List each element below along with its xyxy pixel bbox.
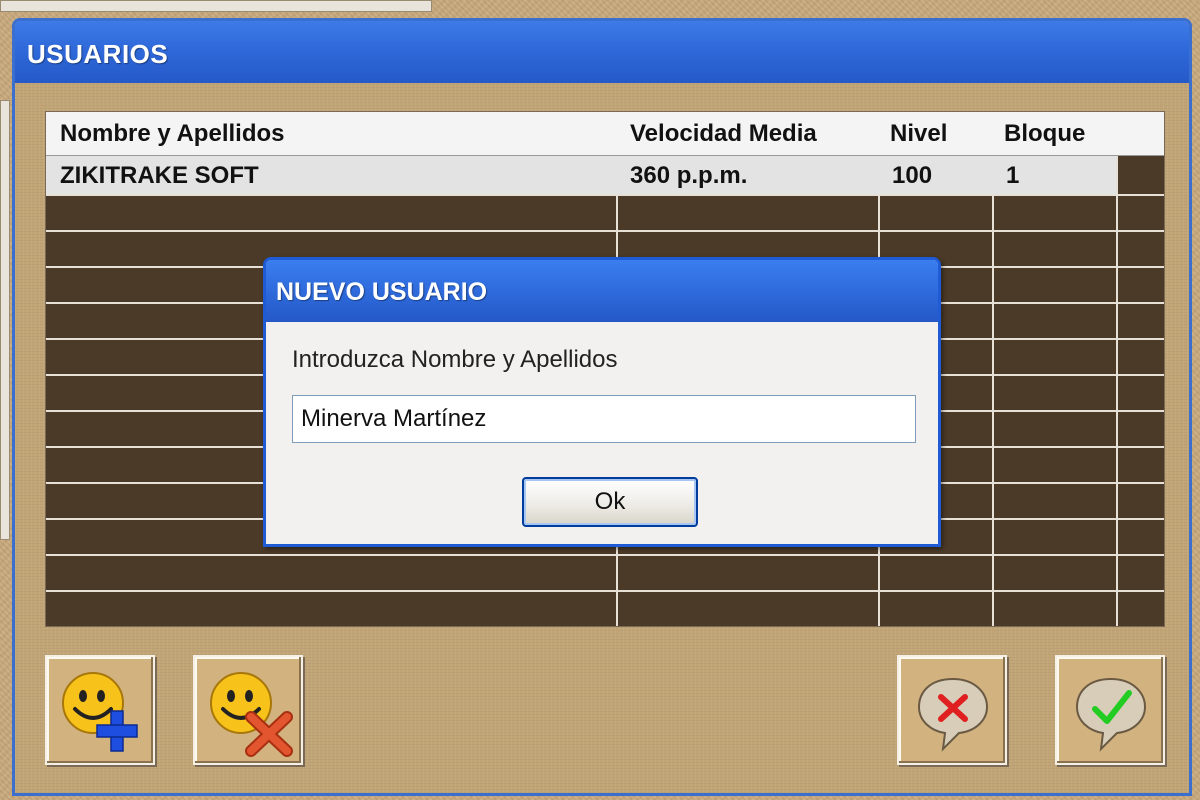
background-window-top — [0, 0, 432, 12]
smiley-plus-icon — [62, 672, 138, 752]
window-titlebar[interactable]: USUARIOS — [15, 21, 1189, 83]
delete-user-button[interactable] — [193, 655, 303, 765]
speech-bubble-check-icon — [1075, 677, 1147, 752]
grid-row-line — [46, 554, 1164, 556]
cell-speed: 360 p.p.m. — [630, 162, 748, 189]
name-input[interactable] — [292, 395, 916, 443]
name-prompt-label: Introduzca Nombre y Apellidos — [292, 346, 618, 373]
cell-block: 1 — [1006, 162, 1020, 189]
cell-name: ZIKITRAKE SOFT — [60, 162, 259, 189]
window-title: USUARIOS — [27, 39, 169, 69]
accept-button[interactable] — [1055, 655, 1165, 765]
add-user-button[interactable] — [45, 655, 155, 765]
column-header-level[interactable]: Nivel — [890, 120, 947, 148]
background-window-left — [0, 100, 10, 540]
grid-col-line — [1116, 112, 1118, 626]
smiley-x-icon — [210, 672, 293, 757]
dialog-title: NUEVO USUARIO — [276, 278, 488, 306]
grid-row-line — [46, 590, 1164, 592]
ok-button[interactable]: Ok — [522, 477, 698, 527]
dialog-body: Introduzca Nombre y Apellidos Ok — [266, 322, 938, 544]
grid-row-line — [46, 230, 1164, 232]
new-user-dialog: NUEVO USUARIO Introduzca Nombre y Apelli… — [263, 257, 941, 547]
cell-level: 100 — [892, 162, 933, 189]
speech-bubble-x-icon — [917, 677, 989, 752]
grid-header: Nombre y Apellidos Velocidad Media Nivel… — [46, 112, 1164, 156]
cancel-button[interactable] — [897, 655, 1007, 765]
column-header-speed[interactable]: Velocidad Media — [630, 120, 817, 148]
table-row[interactable]: ZIKITRAKE SOFT 360 p.p.m. 100 1 — [46, 156, 1116, 194]
grid-row-line — [46, 194, 1164, 196]
column-header-name[interactable]: Nombre y Apellidos — [60, 120, 284, 148]
dialog-titlebar[interactable]: NUEVO USUARIO — [266, 260, 938, 322]
column-header-block[interactable]: Bloque — [1004, 120, 1085, 148]
